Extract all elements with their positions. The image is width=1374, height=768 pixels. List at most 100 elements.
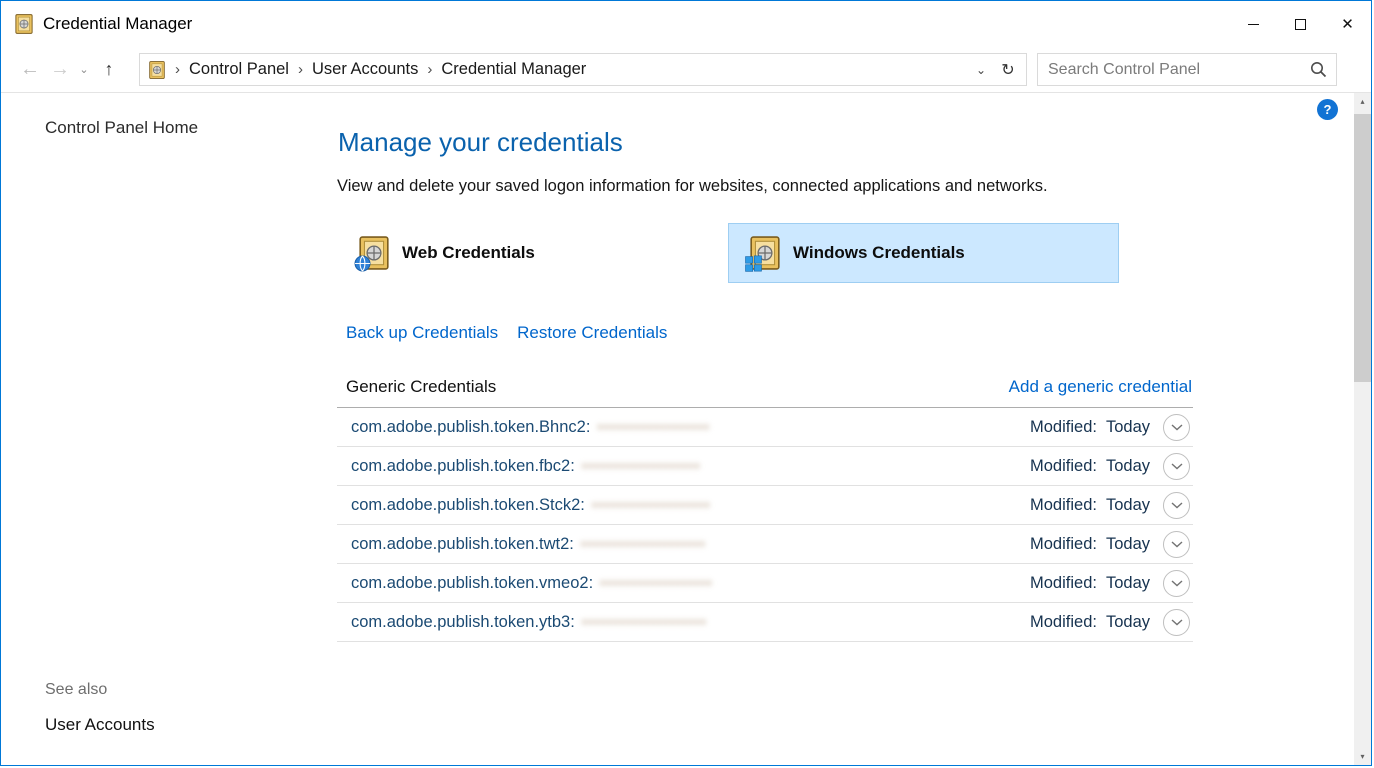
expand-credential-button[interactable] xyxy=(1163,492,1190,519)
credential-manager-app-icon xyxy=(14,14,34,34)
search-box xyxy=(1037,53,1337,86)
breadcrumb-separator-icon: › xyxy=(166,61,189,78)
refresh-button[interactable]: ↻ xyxy=(994,60,1022,80)
chevron-down-icon xyxy=(1171,580,1183,587)
credential-name: com.adobe.publish.token.Stck2: xyxy=(351,496,585,515)
main-panel: Manage your credentials View and delete … xyxy=(337,93,1193,642)
recent-pages-button[interactable]: ⌄ xyxy=(75,63,93,76)
location-vault-icon xyxy=(148,61,166,79)
maximize-button[interactable] xyxy=(1277,1,1324,47)
forward-button[interactable]: → xyxy=(45,58,75,81)
sidebar-item-control-panel-home[interactable]: Control Panel Home xyxy=(45,118,198,138)
windows-credentials-vault-windows-icon xyxy=(748,236,782,270)
credential-row-meta: Modified: Today xyxy=(1030,453,1193,480)
scroll-down-icon: ▾ xyxy=(1360,752,1364,761)
back-icon: ← xyxy=(20,58,40,81)
chevron-down-icon xyxy=(1171,463,1183,470)
expand-credential-button[interactable] xyxy=(1163,609,1190,636)
scrollbar-thumb[interactable] xyxy=(1354,114,1371,382)
page-description: View and delete your saved logon informa… xyxy=(337,176,1193,197)
credential-value-redacted: •••••••••••••••••••• xyxy=(581,536,706,553)
credential-row-meta: Modified: Today xyxy=(1030,609,1193,636)
tab-windows-credentials[interactable]: Windows Credentials xyxy=(728,223,1119,283)
breadcrumb-separator-icon: › xyxy=(289,61,312,78)
scroll-down-button[interactable]: ▾ xyxy=(1354,748,1371,765)
modified-label: Modified: xyxy=(1030,535,1097,554)
see-also-label: See also xyxy=(45,681,107,699)
close-icon: ✕ xyxy=(1341,15,1354,33)
search-button[interactable] xyxy=(1300,54,1336,85)
sidebar-item-user-accounts[interactable]: User Accounts xyxy=(45,715,155,735)
expand-credential-button[interactable] xyxy=(1163,453,1190,480)
section-title: Generic Credentials xyxy=(346,377,496,397)
refresh-icon: ↻ xyxy=(1001,62,1014,79)
window-controls: ✕ xyxy=(1230,1,1371,47)
expand-credential-button[interactable] xyxy=(1163,531,1190,558)
credential-name: com.adobe.publish.token.twt2: xyxy=(351,535,574,554)
credential-row: com.adobe.publish.token.fbc2: ••••••••••… xyxy=(337,447,1193,486)
credential-row: com.adobe.publish.token.Stck2: •••••••••… xyxy=(337,486,1193,525)
tab-label: Windows Credentials xyxy=(793,243,965,263)
credential-row-meta: Modified: Today xyxy=(1030,570,1193,597)
forward-icon: → xyxy=(50,58,70,81)
breadcrumb-credential-manager[interactable]: Credential Manager xyxy=(441,60,586,79)
modified-value: Today xyxy=(1106,457,1150,476)
credential-name: com.adobe.publish.token.fbc2: xyxy=(351,457,575,476)
vertical-scrollbar[interactable]: ▴ ▾ xyxy=(1354,93,1371,765)
address-bar[interactable]: › Control Panel › User Accounts › Creden… xyxy=(139,53,1027,86)
scroll-up-icon: ▴ xyxy=(1360,97,1364,106)
credential-row: com.adobe.publish.token.vmeo2: •••••••••… xyxy=(337,564,1193,603)
generic-credentials-header: Generic Credentials Add a generic creden… xyxy=(337,377,1193,408)
page-title: Manage your credentials xyxy=(338,126,1193,158)
credential-row: com.adobe.publish.token.twt2: ••••••••••… xyxy=(337,525,1193,564)
modified-value: Today xyxy=(1106,613,1150,632)
up-icon: ↑ xyxy=(105,59,114,80)
window-title: Credential Manager xyxy=(43,14,192,34)
tab-web-credentials[interactable]: Web Credentials xyxy=(337,223,728,283)
help-button[interactable]: ? xyxy=(1317,99,1338,120)
modified-label: Modified: xyxy=(1030,418,1097,437)
back-button[interactable]: ← xyxy=(15,58,45,81)
expand-credential-button[interactable] xyxy=(1163,414,1190,441)
modified-value: Today xyxy=(1106,574,1150,593)
add-generic-credential-link[interactable]: Add a generic credential xyxy=(1009,377,1192,397)
breadcrumb-separator-icon: › xyxy=(418,61,441,78)
credential-row-meta: Modified: Today xyxy=(1030,531,1193,558)
scroll-up-button[interactable]: ▴ xyxy=(1354,93,1371,110)
modified-label: Modified: xyxy=(1030,574,1097,593)
chevron-down-icon: ⌄ xyxy=(976,63,986,77)
credential-value-redacted: ••••••••••••••••••• xyxy=(592,497,711,514)
credential-name: com.adobe.publish.token.Bhnc2: xyxy=(351,418,590,437)
chevron-down-icon: ⌄ xyxy=(79,63,88,76)
credential-row: com.adobe.publish.token.ytb3: ••••••••••… xyxy=(337,603,1193,642)
breadcrumb-control-panel[interactable]: Control Panel xyxy=(189,60,289,79)
content-area: ? Control Panel Home See also User Accou… xyxy=(1,93,1371,765)
chevron-down-icon xyxy=(1171,502,1183,509)
expand-credential-button[interactable] xyxy=(1163,570,1190,597)
web-credentials-vault-globe-icon xyxy=(357,236,391,270)
modified-value: Today xyxy=(1106,418,1150,437)
credential-value-redacted: ••••••••••••••••••• xyxy=(582,458,701,475)
breadcrumb-user-accounts[interactable]: User Accounts xyxy=(312,60,418,79)
modified-label: Modified: xyxy=(1030,613,1097,632)
credential-value-redacted: •••••••••••••••••• xyxy=(597,419,710,436)
chevron-down-icon xyxy=(1171,541,1183,548)
help-icon: ? xyxy=(1324,102,1332,117)
chevron-down-icon xyxy=(1171,424,1183,431)
address-dropdown-button[interactable]: ⌄ xyxy=(968,63,994,77)
up-button[interactable]: ↑ xyxy=(93,59,125,80)
backup-credentials-link[interactable]: Back up Credentials xyxy=(346,323,498,343)
chevron-down-icon xyxy=(1171,619,1183,626)
minimize-button[interactable] xyxy=(1230,1,1277,47)
search-icon xyxy=(1310,61,1327,78)
search-input[interactable] xyxy=(1038,61,1300,79)
credential-row-meta: Modified: Today xyxy=(1030,492,1193,519)
restore-credentials-link[interactable]: Restore Credentials xyxy=(517,323,667,343)
credential-value-redacted: •••••••••••••••••• xyxy=(600,575,713,592)
minimize-icon xyxy=(1248,24,1259,25)
credential-value-redacted: •••••••••••••••••••• xyxy=(582,614,707,631)
close-button[interactable]: ✕ xyxy=(1324,1,1371,47)
credential-tabs: Web Credentials Windows Credentials xyxy=(337,223,1119,283)
navigation-bar: ← → ⌄ ↑ › Control Panel › User Accounts … xyxy=(1,47,1371,93)
maximize-icon xyxy=(1295,19,1306,30)
